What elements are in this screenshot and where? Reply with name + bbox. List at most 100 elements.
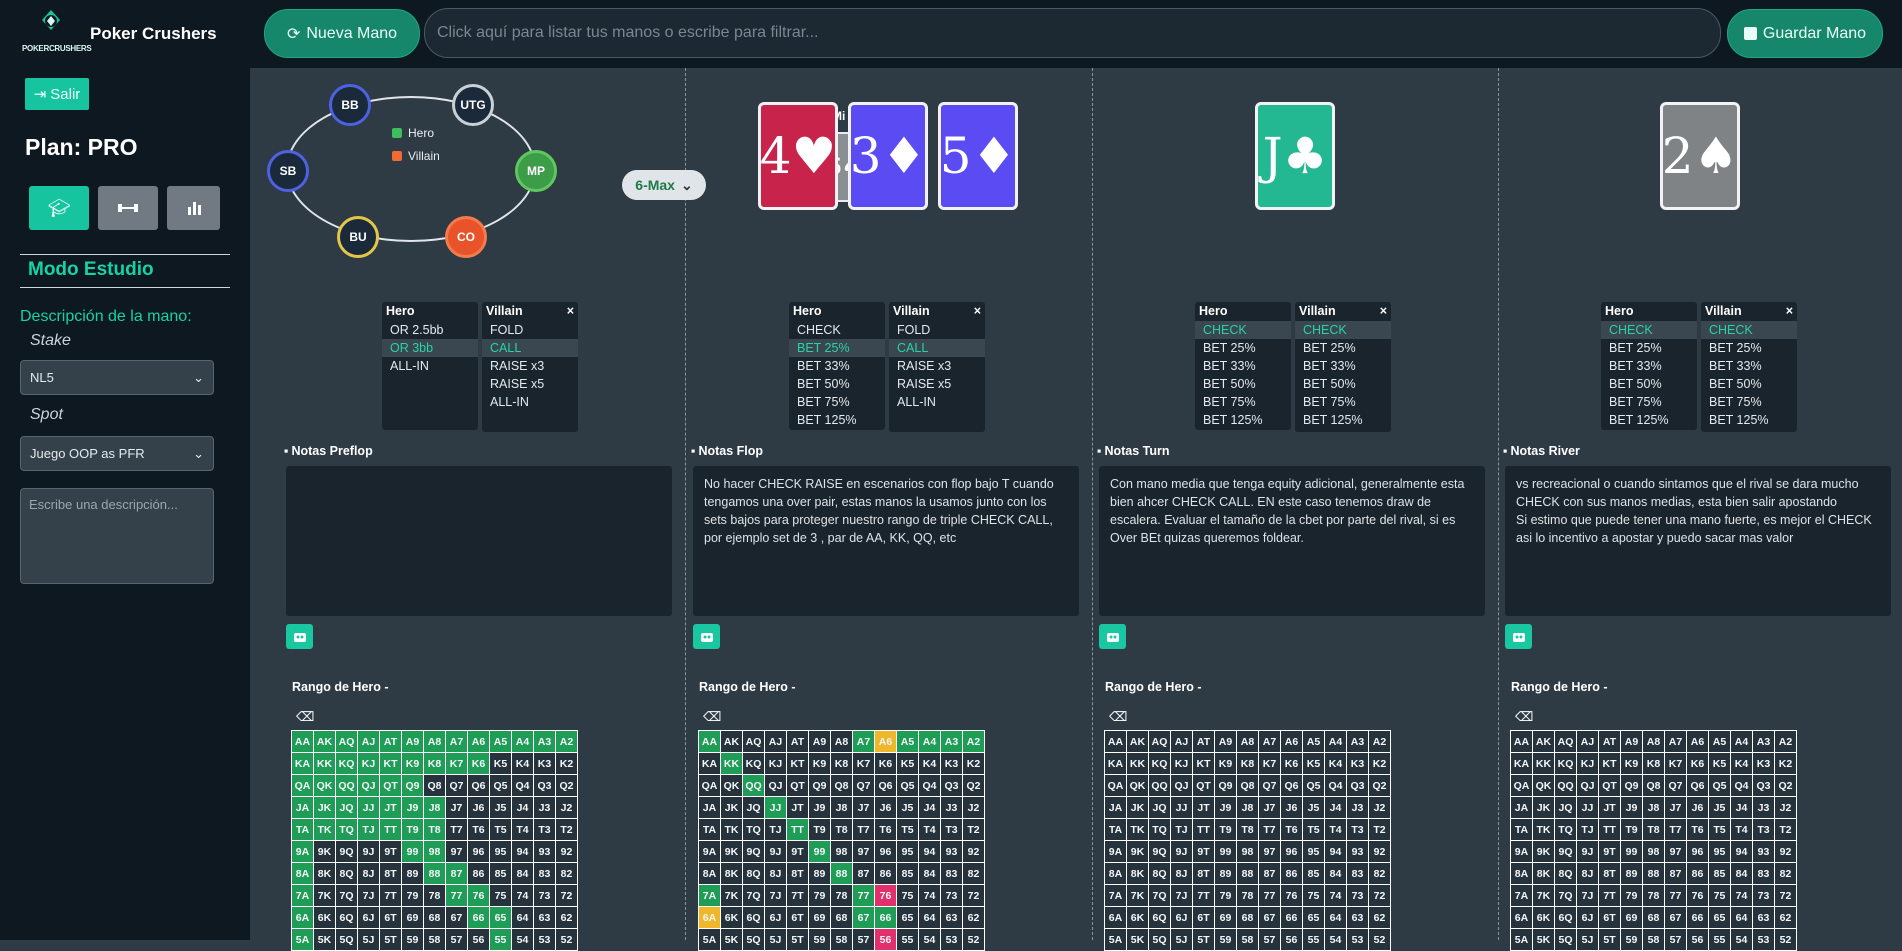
- range-cell[interactable]: A7: [445, 730, 468, 753]
- range-cell[interactable]: T4: [1730, 818, 1753, 841]
- range-cell[interactable]: 87: [1258, 862, 1281, 885]
- range-cell[interactable]: 8A: [1510, 862, 1533, 885]
- range-cell[interactable]: QK: [313, 774, 336, 797]
- range-cell[interactable]: TJ: [357, 818, 380, 841]
- range-cell[interactable]: J4: [511, 796, 534, 819]
- hero-action-option[interactable]: ALL-IN: [382, 357, 478, 375]
- range-cell[interactable]: 97: [1664, 840, 1687, 863]
- range-cell[interactable]: 78: [830, 884, 853, 907]
- close-icon[interactable]: ×: [1380, 304, 1387, 318]
- villain-action-option[interactable]: BET 75%: [1295, 393, 1391, 411]
- range-cell[interactable]: 82: [1368, 862, 1391, 885]
- range-cell[interactable]: 8K: [1126, 862, 1149, 885]
- range-cell[interactable]: JQ: [742, 796, 765, 819]
- range-cell[interactable]: AJ: [357, 730, 380, 753]
- range-cell[interactable]: KQ: [1554, 752, 1577, 775]
- range-cell[interactable]: 86: [467, 862, 490, 885]
- range-cell[interactable]: 62: [1774, 906, 1797, 929]
- range-cell[interactable]: AA: [698, 730, 721, 753]
- range-cell[interactable]: JT: [379, 796, 402, 819]
- range-cell[interactable]: J6: [1280, 796, 1303, 819]
- range-cell[interactable]: 65: [896, 906, 919, 929]
- range-cell[interactable]: Q9: [1620, 774, 1643, 797]
- range-cell[interactable]: A4: [918, 730, 941, 753]
- range-cell[interactable]: TQ: [1148, 818, 1171, 841]
- description-textarea[interactable]: Escribe una descripción...: [20, 488, 214, 584]
- hero-action-option[interactable]: BET 75%: [789, 393, 885, 411]
- hero-action-option[interactable]: BET 125%: [1195, 411, 1291, 429]
- close-icon[interactable]: ×: [567, 304, 574, 318]
- range-cell[interactable]: KT: [1192, 752, 1215, 775]
- range-cell[interactable]: J2: [962, 796, 985, 819]
- range-cell[interactable]: 8Q: [742, 862, 765, 885]
- range-cell[interactable]: 77: [445, 884, 468, 907]
- range-cell[interactable]: QQ: [1148, 774, 1171, 797]
- range-cell[interactable]: K9: [401, 752, 424, 775]
- range-cell[interactable]: A5: [489, 730, 512, 753]
- range-cell[interactable]: 7Q: [335, 884, 358, 907]
- range-cell[interactable]: 9J: [764, 840, 787, 863]
- range-cell[interactable]: Q4: [511, 774, 534, 797]
- range-cell[interactable]: J9: [1620, 796, 1643, 819]
- range-cell[interactable]: 7Q: [742, 884, 765, 907]
- board-card[interactable]: 4 ♥: [758, 102, 838, 210]
- hero-action-option[interactable]: BET 125%: [789, 411, 885, 429]
- range-cell[interactable]: KK: [313, 752, 336, 775]
- range-cell[interactable]: Q5: [1708, 774, 1731, 797]
- range-cell[interactable]: JJ: [1576, 796, 1599, 819]
- hero-action-option[interactable]: OR 2.5bb: [382, 321, 478, 339]
- range-cell[interactable]: 68: [1236, 906, 1259, 929]
- range-cell[interactable]: T3: [940, 818, 963, 841]
- range-cell[interactable]: J4: [1730, 796, 1753, 819]
- range-cell[interactable]: QQ: [742, 774, 765, 797]
- range-cell[interactable]: QJ: [357, 774, 380, 797]
- range-cell[interactable]: K5: [896, 752, 919, 775]
- range-cell[interactable]: T5: [489, 818, 512, 841]
- range-cell[interactable]: K3: [1752, 752, 1775, 775]
- range-cell[interactable]: 87: [852, 862, 875, 885]
- range-cell[interactable]: 9K: [1532, 840, 1555, 863]
- range-cell[interactable]: A8: [830, 730, 853, 753]
- range-cell[interactable]: T4: [1324, 818, 1347, 841]
- eraser-icon[interactable]: ⌫: [1515, 709, 1533, 725]
- range-cell[interactable]: T7: [445, 818, 468, 841]
- range-cell[interactable]: 99: [1214, 840, 1237, 863]
- range-cell[interactable]: 8T: [1192, 862, 1215, 885]
- hero-action-option[interactable]: CHECK: [1195, 321, 1291, 339]
- eraser-icon[interactable]: ⌫: [703, 709, 721, 725]
- range-cell[interactable]: 7K: [1126, 884, 1149, 907]
- range-cell[interactable]: 8T: [786, 862, 809, 885]
- notes-textarea[interactable]: vs recreacional o cuando sintamos que el…: [1505, 466, 1891, 616]
- range-cell[interactable]: 92: [1368, 840, 1391, 863]
- range-cell[interactable]: 69: [1620, 906, 1643, 929]
- ai-assistant-button[interactable]: [1505, 624, 1532, 649]
- range-cell[interactable]: 72: [962, 884, 985, 907]
- range-cell[interactable]: T8: [1236, 818, 1259, 841]
- range-cell[interactable]: JQ: [1554, 796, 1577, 819]
- hero-action-option[interactable]: BET 75%: [1601, 393, 1697, 411]
- range-cell[interactable]: A4: [1730, 730, 1753, 753]
- range-cell[interactable]: 75: [1708, 884, 1731, 907]
- range-cell[interactable]: A3: [1346, 730, 1369, 753]
- range-cell[interactable]: T6: [467, 818, 490, 841]
- range-cell[interactable]: Q5: [896, 774, 919, 797]
- range-cell[interactable]: A8: [1642, 730, 1665, 753]
- range-cell[interactable]: T7: [1664, 818, 1687, 841]
- range-cell[interactable]: 78: [1642, 884, 1665, 907]
- range-cell[interactable]: T6: [1280, 818, 1303, 841]
- range-cell[interactable]: Q6: [1686, 774, 1709, 797]
- table-format-select[interactable]: 6-Max ⌄: [622, 170, 706, 200]
- range-cell[interactable]: JK: [313, 796, 336, 819]
- range-cell[interactable]: 7A: [698, 884, 721, 907]
- villain-action-option[interactable]: BET 25%: [1701, 339, 1797, 357]
- range-cell[interactable]: J7: [852, 796, 875, 819]
- villain-action-option[interactable]: FOLD: [889, 321, 985, 339]
- range-cell[interactable]: J5: [489, 796, 512, 819]
- range-cell[interactable]: AK: [720, 730, 743, 753]
- range-cell[interactable]: 95: [896, 840, 919, 863]
- range-cell[interactable]: Q3: [940, 774, 963, 797]
- range-cell[interactable]: 9T: [379, 840, 402, 863]
- range-cell[interactable]: A2: [1368, 730, 1391, 753]
- range-cell[interactable]: 92: [962, 840, 985, 863]
- range-cell[interactable]: TQ: [1554, 818, 1577, 841]
